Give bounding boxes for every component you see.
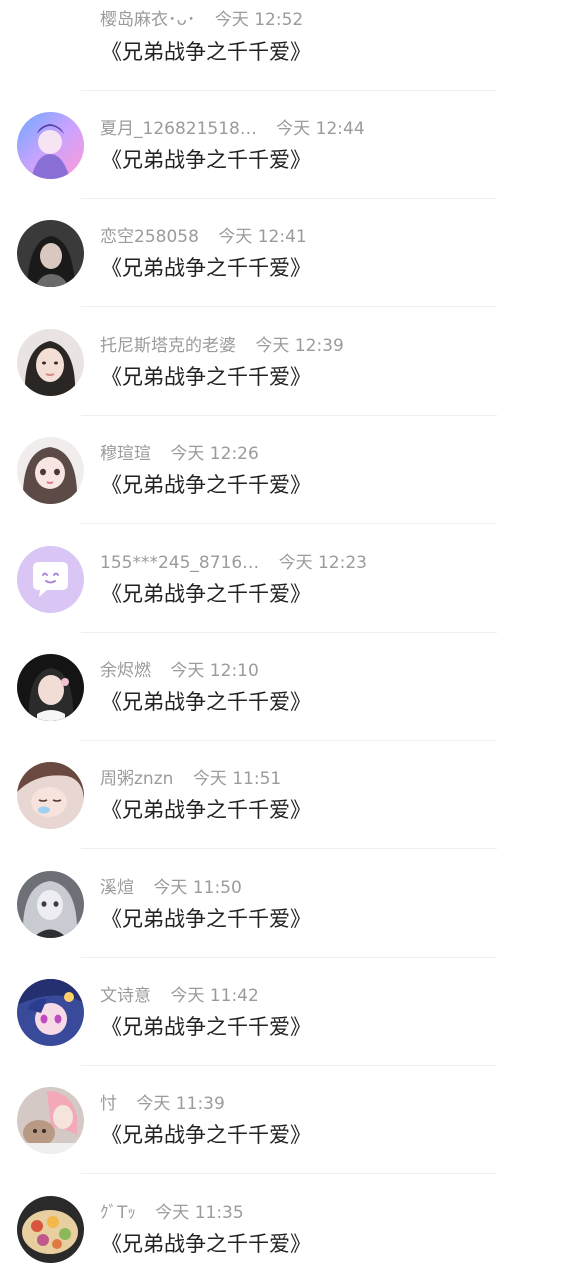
comment-time: 今天 12:26 bbox=[170, 444, 259, 464]
user-name[interactable]: 溪煊 bbox=[100, 878, 134, 898]
user-avatar[interactable] bbox=[17, 979, 84, 1046]
user-avatar[interactable] bbox=[17, 546, 84, 613]
user-name[interactable]: 余烬燃 bbox=[100, 661, 151, 681]
comment-row[interactable]: ｸﾞTｯ 今天 11:35 《兄弟战争之千千爱》 bbox=[0, 1175, 576, 1283]
comment-time: 今天 11:35 bbox=[155, 1203, 244, 1223]
comment-text: 《兄弟战争之千千爱》 bbox=[101, 365, 311, 389]
comment-row[interactable]: 恋空258058 今天 12:41 《兄弟战争之千千爱》 bbox=[0, 199, 576, 307]
comment-time: 今天 11:42 bbox=[170, 986, 259, 1006]
comment-row[interactable]: 夏月_126821518… 今天 12:44 《兄弟战争之千千爱》 bbox=[0, 91, 576, 199]
comment-time: 今天 11:50 bbox=[153, 878, 242, 898]
user-name[interactable]: 忖 bbox=[100, 1094, 117, 1114]
comment-text: 《兄弟战争之千千爱》 bbox=[101, 582, 311, 606]
comment-text: 《兄弟战争之千千爱》 bbox=[101, 907, 311, 931]
comment-text: 《兄弟战争之千千爱》 bbox=[101, 473, 311, 497]
user-name[interactable]: 155***245_8716… bbox=[100, 553, 259, 573]
row-divider bbox=[81, 306, 497, 307]
comment-row[interactable]: 余烬燃 今天 12:10 《兄弟战争之千千爱》 bbox=[0, 633, 576, 741]
user-avatar[interactable] bbox=[17, 762, 84, 829]
user-avatar[interactable] bbox=[17, 871, 84, 938]
user-name[interactable]: 樱岛麻衣･ᴗ･ bbox=[100, 10, 195, 30]
comment-text: 《兄弟战争之千千爱》 bbox=[101, 1015, 311, 1039]
comment-row[interactable]: 155***245_8716… 今天 12:23 《兄弟战争之千千爱》 bbox=[0, 525, 576, 633]
chat-bubble-icon bbox=[17, 546, 84, 613]
user-avatar[interactable] bbox=[17, 329, 84, 396]
comment-time: 今天 12:10 bbox=[170, 661, 259, 681]
comment-row[interactable]: 忖 今天 11:39 《兄弟战争之千千爱》 bbox=[0, 1066, 576, 1174]
comment-text: 《兄弟战争之千千爱》 bbox=[101, 1123, 311, 1147]
user-avatar[interactable] bbox=[17, 112, 84, 179]
user-name[interactable]: 穆瑄瑄 bbox=[100, 444, 151, 464]
row-divider bbox=[81, 1173, 497, 1174]
user-name[interactable]: 托尼斯塔克的老婆 bbox=[100, 336, 236, 356]
comment-time: 今天 12:52 bbox=[214, 10, 304, 30]
user-avatar[interactable] bbox=[17, 1087, 84, 1154]
comment-text: 《兄弟战争之千千爱》 bbox=[101, 256, 311, 280]
comment-text: 《兄弟战争之千千爱》 bbox=[101, 1232, 311, 1256]
comment-row[interactable]: 文诗意 今天 11:42 《兄弟战争之千千爱》 bbox=[0, 958, 576, 1066]
user-avatar[interactable] bbox=[17, 654, 84, 721]
user-avatar[interactable] bbox=[17, 437, 84, 504]
comment-row[interactable]: 托尼斯塔克的老婆 今天 12:39 《兄弟战争之千千爱》 bbox=[0, 308, 576, 416]
comment-time: 今天 12:39 bbox=[255, 336, 344, 356]
user-name[interactable]: 夏月_126821518… bbox=[100, 119, 257, 139]
comment-time: 今天 12:23 bbox=[278, 553, 367, 573]
comment-text: 《兄弟战争之千千爱》 bbox=[101, 40, 311, 64]
comment-text: 《兄弟战争之千千爱》 bbox=[101, 148, 311, 172]
comment-time: 今天 12:41 bbox=[218, 227, 307, 247]
comment-text: 《兄弟战争之千千爱》 bbox=[101, 690, 311, 714]
user-avatar[interactable] bbox=[17, 1196, 84, 1263]
comment-row[interactable]: 溪煊 今天 11:50 《兄弟战争之千千爱》 bbox=[0, 850, 576, 958]
user-name[interactable]: 恋空258058 bbox=[100, 227, 199, 247]
row-divider bbox=[81, 848, 497, 849]
user-name[interactable]: ｸﾞTｯ bbox=[100, 1203, 136, 1223]
comment-time: 今天 11:51 bbox=[192, 769, 282, 789]
user-name[interactable]: 文诗意 bbox=[100, 986, 151, 1006]
comment-row[interactable]: 周粥znzn 今天 11:51 《兄弟战争之千千爱》 bbox=[0, 741, 576, 849]
user-name[interactable]: 周粥znzn bbox=[100, 769, 173, 789]
comment-time: 今天 11:39 bbox=[136, 1094, 225, 1114]
comment-row[interactable]: 穆瑄瑄 今天 12:26 《兄弟战争之千千爱》 bbox=[0, 416, 576, 524]
row-divider bbox=[81, 523, 497, 524]
user-avatar[interactable] bbox=[17, 220, 84, 287]
comment-text: 《兄弟战争之千千爱》 bbox=[101, 798, 311, 822]
comment-time: 今天 12:44 bbox=[276, 119, 365, 139]
